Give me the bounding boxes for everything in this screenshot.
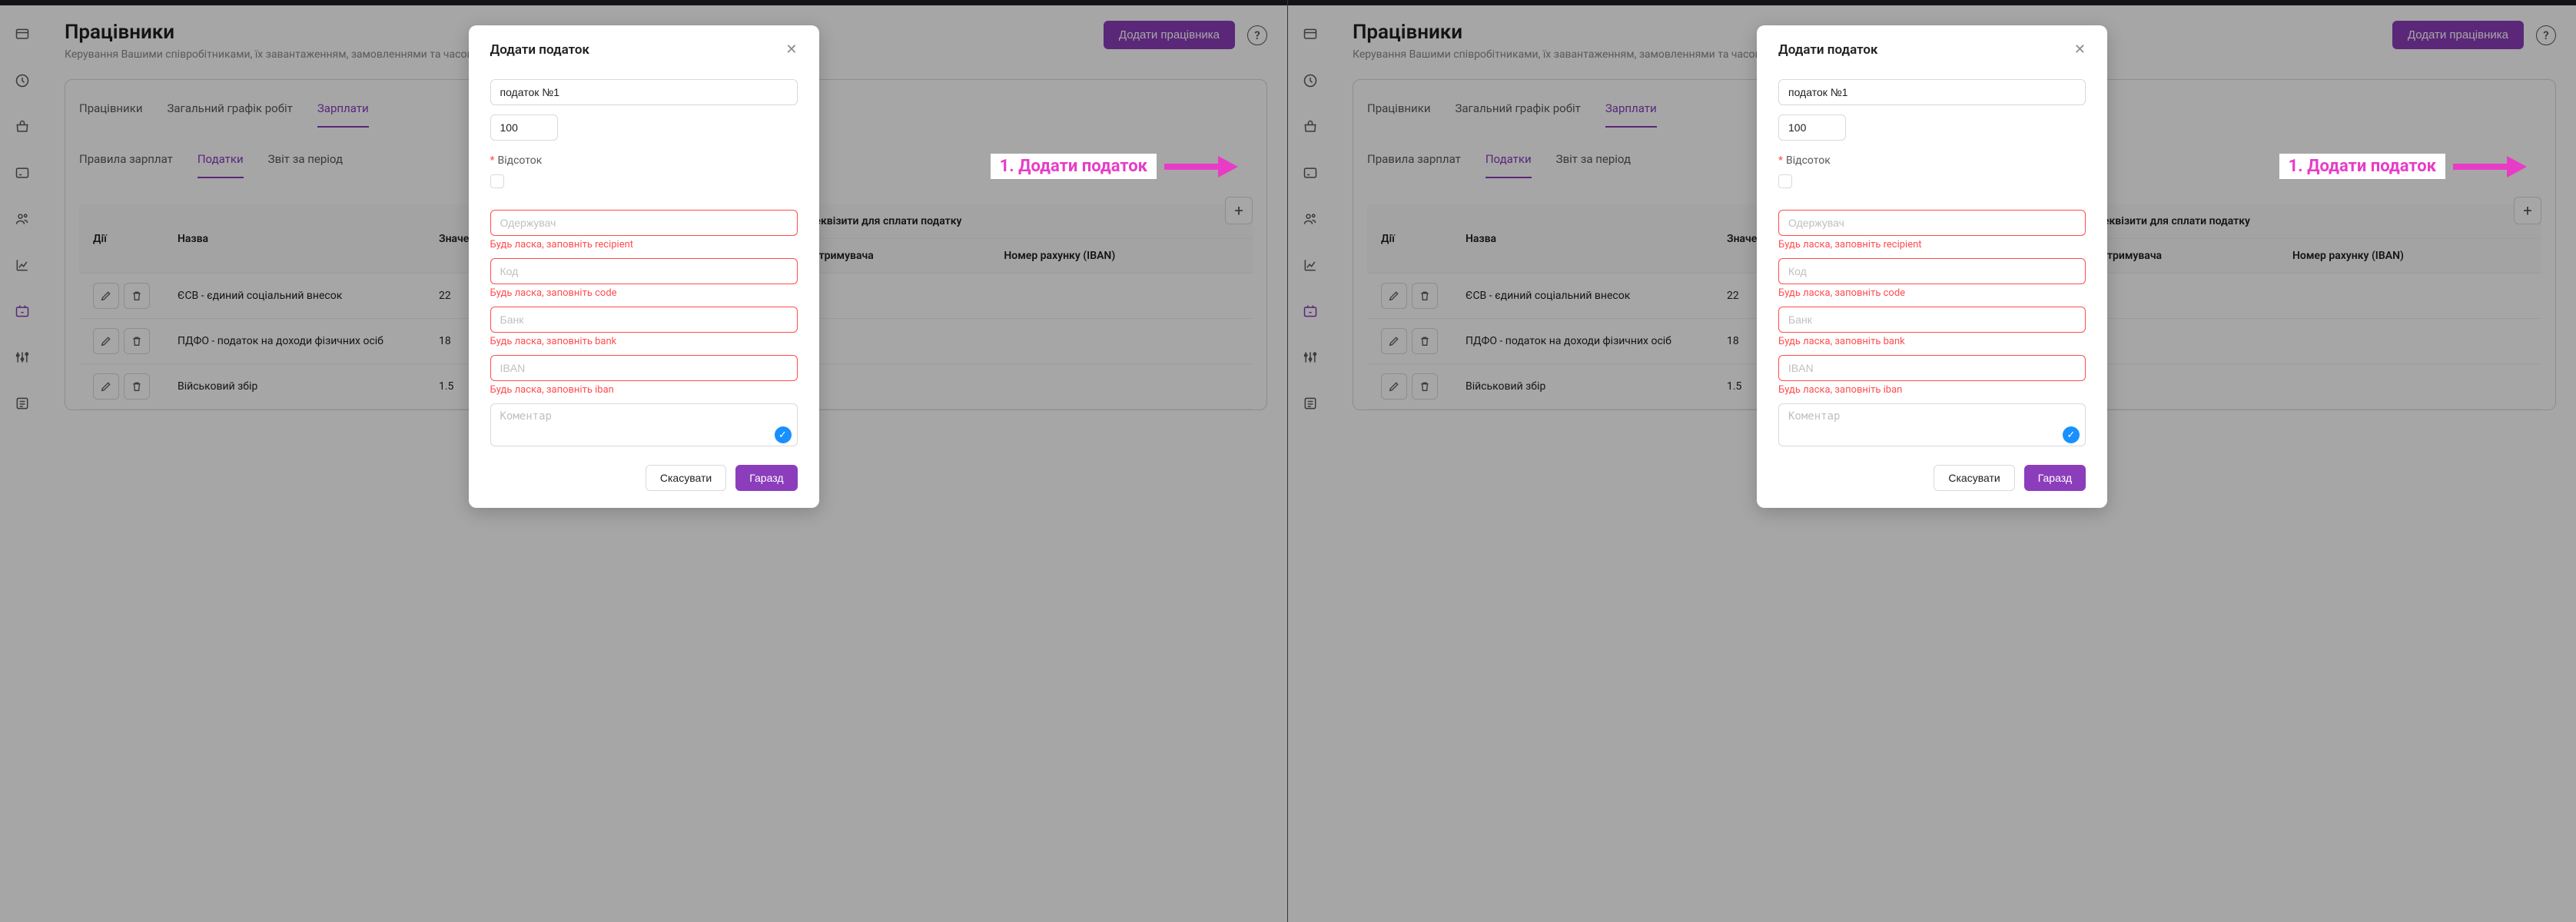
percent-label: *Відсоток bbox=[1778, 154, 2086, 167]
code-error: Будь ласка, заповніть code bbox=[1778, 287, 2086, 299]
cancel-button[interactable]: Скасувати bbox=[646, 465, 726, 491]
iban-input[interactable] bbox=[490, 355, 798, 381]
recipient-input[interactable] bbox=[490, 210, 798, 236]
iban-error: Будь ласка, заповніть iban bbox=[1778, 384, 2086, 396]
grammar-check-icon[interactable]: ✓ bbox=[2063, 426, 2080, 443]
tax-amount-input[interactable] bbox=[490, 114, 558, 141]
code-input[interactable] bbox=[490, 258, 798, 284]
cancel-button[interactable]: Скасувати bbox=[1934, 465, 2014, 491]
code-input[interactable] bbox=[1778, 258, 2086, 284]
comment-textarea[interactable] bbox=[1778, 403, 2086, 446]
add-tax-modal: Додати податок ✕ *Відсоток Будь ласка, з… bbox=[1757, 25, 2107, 508]
add-tax-modal: Додати податок ✕ *Відсоток Будь ласка, з… bbox=[469, 25, 819, 508]
comment-textarea[interactable] bbox=[490, 403, 798, 446]
close-icon[interactable]: ✕ bbox=[785, 43, 797, 57]
iban-error: Будь ласка, заповніть iban bbox=[490, 384, 798, 396]
modal-title: Додати податок bbox=[490, 42, 589, 58]
iban-input[interactable] bbox=[1778, 355, 2086, 381]
bank-error: Будь ласка, заповніть bank bbox=[490, 336, 798, 347]
percent-label: *Відсоток bbox=[490, 154, 798, 167]
tax-name-input[interactable] bbox=[490, 79, 798, 105]
bank-input[interactable] bbox=[1778, 307, 2086, 333]
recipient-error: Будь ласка, заповніть recipient bbox=[1778, 239, 2086, 250]
ok-button[interactable]: Гаразд bbox=[2024, 465, 2086, 491]
grammar-check-icon[interactable]: ✓ bbox=[775, 426, 792, 443]
percent-checkbox[interactable] bbox=[490, 174, 504, 188]
recipient-input[interactable] bbox=[1778, 210, 2086, 236]
modal-title: Додати податок bbox=[1778, 42, 1877, 58]
bank-input[interactable] bbox=[490, 307, 798, 333]
recipient-error: Будь ласка, заповніть recipient bbox=[490, 239, 798, 250]
tax-amount-input[interactable] bbox=[1778, 114, 1846, 141]
ok-button[interactable]: Гаразд bbox=[735, 465, 797, 491]
close-icon[interactable]: ✕ bbox=[2074, 43, 2086, 57]
percent-checkbox[interactable] bbox=[1778, 174, 1792, 188]
bank-error: Будь ласка, заповніть bank bbox=[1778, 336, 2086, 347]
code-error: Будь ласка, заповніть code bbox=[490, 287, 798, 299]
tax-name-input[interactable] bbox=[1778, 79, 2086, 105]
